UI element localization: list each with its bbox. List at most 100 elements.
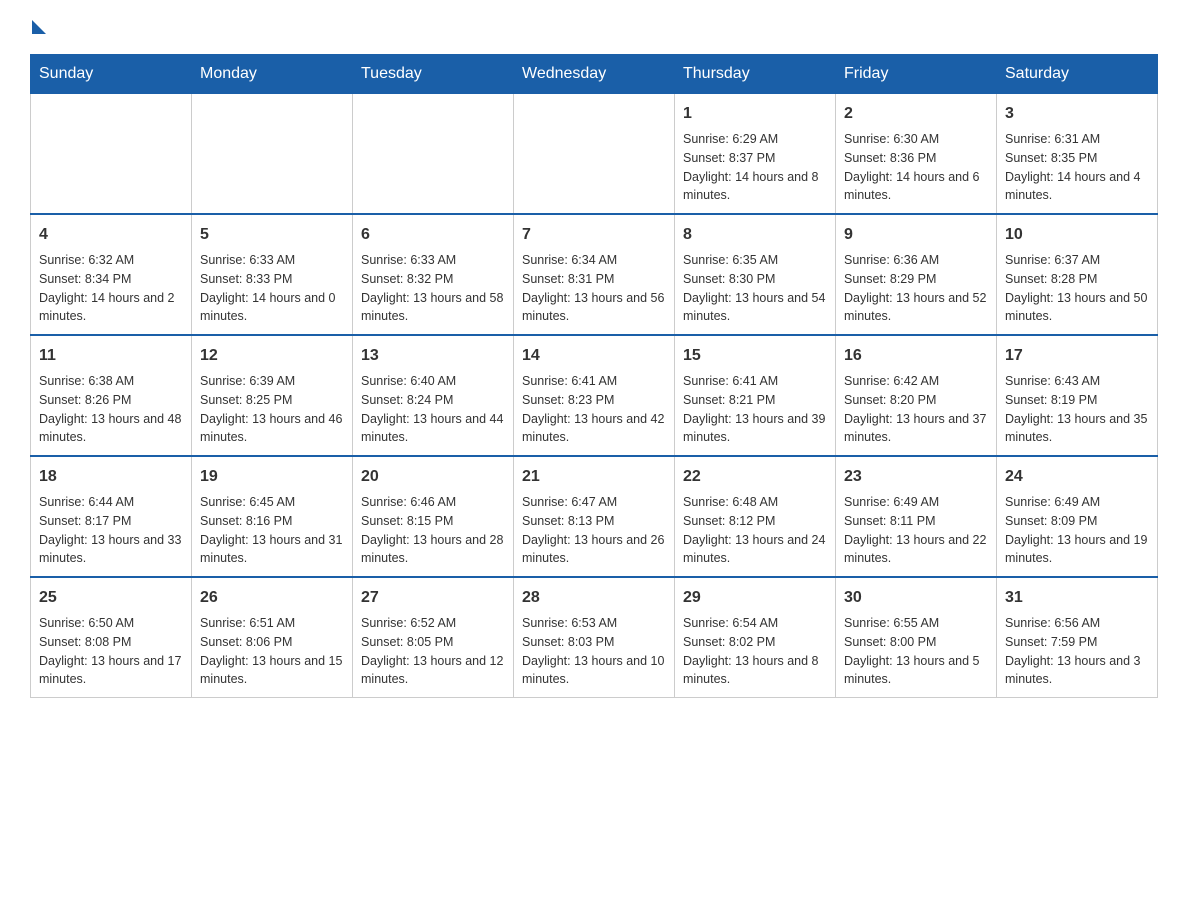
week-row-1: 1 Sunrise: 6:29 AM Sunset: 8:37 PM Daylig… <box>31 94 1158 215</box>
day-number: 29 <box>683 586 827 610</box>
day-number: 1 <box>683 102 827 126</box>
day-info: Sunrise: 6:34 AM Sunset: 8:31 PM Dayligh… <box>522 251 666 326</box>
day-number: 23 <box>844 465 988 489</box>
day-info: Sunrise: 6:40 AM Sunset: 8:24 PM Dayligh… <box>361 372 505 447</box>
day-number: 28 <box>522 586 666 610</box>
day-info: Sunrise: 6:45 AM Sunset: 8:16 PM Dayligh… <box>200 493 344 568</box>
calendar-cell: 22Sunrise: 6:48 AM Sunset: 8:12 PM Dayli… <box>675 456 836 577</box>
week-row-5: 25 Sunrise: 6:50 AM Sunset: 8:08 PM Dayli… <box>31 577 1158 698</box>
day-info: Sunrise: 6:39 AM Sunset: 8:25 PM Dayligh… <box>200 372 344 447</box>
day-info: Sunrise: 6:47 AM Sunset: 8:13 PM Dayligh… <box>522 493 666 568</box>
day-info: Sunrise: 6:51 AM Sunset: 8:06 PM Dayligh… <box>200 614 344 689</box>
calendar-cell: 17 Sunrise: 6:43 AM Sunset: 8:19 PM Dayli… <box>997 335 1158 456</box>
weekday-header-friday: Friday <box>836 55 997 94</box>
calendar-cell: 19 Sunrise: 6:45 AM Sunset: 8:16 PM Dayli… <box>192 456 353 577</box>
day-number: 5 <box>200 223 344 247</box>
day-info: Sunrise: 6:31 AM Sunset: 8:35 PM Dayligh… <box>1005 130 1149 205</box>
day-number: 15 <box>683 344 827 368</box>
calendar-table: SundayMondayTuesdayWednesdayThursdayFrid… <box>30 54 1158 698</box>
calendar-cell: 10 Sunrise: 6:37 AM Sunset: 8:28 PM Dayli… <box>997 214 1158 335</box>
day-number: 27 <box>361 586 505 610</box>
week-row-2: 4 Sunrise: 6:32 AM Sunset: 8:34 PM Daylig… <box>31 214 1158 335</box>
day-number: 11 <box>39 344 183 368</box>
day-number: 20 <box>361 465 505 489</box>
day-info: Sunrise: 6:52 AM Sunset: 8:05 PM Dayligh… <box>361 614 505 689</box>
calendar-cell: 12 Sunrise: 6:39 AM Sunset: 8:25 PM Dayli… <box>192 335 353 456</box>
calendar-cell: 6 Sunrise: 6:33 AM Sunset: 8:32 PM Daylig… <box>353 214 514 335</box>
day-number: 8 <box>683 223 827 247</box>
day-info: Sunrise: 6:33 AM Sunset: 8:33 PM Dayligh… <box>200 251 344 326</box>
calendar-cell: 7 Sunrise: 6:34 AM Sunset: 8:31 PM Daylig… <box>514 214 675 335</box>
day-info: Sunrise: 6:48 AM Sunset: 8:12 PM Dayligh… <box>683 493 827 568</box>
day-info: Sunrise: 6:30 AM Sunset: 8:36 PM Dayligh… <box>844 130 988 205</box>
calendar-cell: 8 Sunrise: 6:35 AM Sunset: 8:30 PM Daylig… <box>675 214 836 335</box>
day-info: Sunrise: 6:55 AM Sunset: 8:00 PM Dayligh… <box>844 614 988 689</box>
weekday-header-wednesday: Wednesday <box>514 55 675 94</box>
day-info: Sunrise: 6:38 AM Sunset: 8:26 PM Dayligh… <box>39 372 183 447</box>
calendar-cell: 14Sunrise: 6:41 AM Sunset: 8:23 PM Dayli… <box>514 335 675 456</box>
calendar-cell: 9 Sunrise: 6:36 AM Sunset: 8:29 PM Daylig… <box>836 214 997 335</box>
day-info: Sunrise: 6:36 AM Sunset: 8:29 PM Dayligh… <box>844 251 988 326</box>
day-info: Sunrise: 6:41 AM Sunset: 8:23 PM Dayligh… <box>522 372 666 447</box>
day-info: Sunrise: 6:54 AM Sunset: 8:02 PM Dayligh… <box>683 614 827 689</box>
calendar-cell: 26 Sunrise: 6:51 AM Sunset: 8:06 PM Dayli… <box>192 577 353 698</box>
calendar-cell: 5 Sunrise: 6:33 AM Sunset: 8:33 PM Daylig… <box>192 214 353 335</box>
day-number: 26 <box>200 586 344 610</box>
calendar-cell: 3 Sunrise: 6:31 AM Sunset: 8:35 PM Daylig… <box>997 94 1158 215</box>
day-info: Sunrise: 6:43 AM Sunset: 8:19 PM Dayligh… <box>1005 372 1149 447</box>
calendar-cell: 20 Sunrise: 6:46 AM Sunset: 8:15 PM Dayli… <box>353 456 514 577</box>
day-info: Sunrise: 6:35 AM Sunset: 8:30 PM Dayligh… <box>683 251 827 326</box>
logo-triangle-icon <box>32 20 46 34</box>
calendar-cell: 13 Sunrise: 6:40 AM Sunset: 8:24 PM Dayli… <box>353 335 514 456</box>
calendar-cell <box>31 94 192 215</box>
day-number: 17 <box>1005 344 1149 368</box>
day-number: 21 <box>522 465 666 489</box>
day-number: 24 <box>1005 465 1149 489</box>
weekday-header-monday: Monday <box>192 55 353 94</box>
calendar-cell: 18 Sunrise: 6:44 AM Sunset: 8:17 PM Dayli… <box>31 456 192 577</box>
calendar-cell: 29 Sunrise: 6:54 AM Sunset: 8:02 PM Dayli… <box>675 577 836 698</box>
day-number: 31 <box>1005 586 1149 610</box>
calendar-cell: 28Sunrise: 6:53 AM Sunset: 8:03 PM Dayli… <box>514 577 675 698</box>
calendar-cell <box>514 94 675 215</box>
weekday-header-thursday: Thursday <box>675 55 836 94</box>
day-number: 4 <box>39 223 183 247</box>
day-info: Sunrise: 6:44 AM Sunset: 8:17 PM Dayligh… <box>39 493 183 568</box>
day-number: 19 <box>200 465 344 489</box>
weekday-header-saturday: Saturday <box>997 55 1158 94</box>
day-info: Sunrise: 6:49 AM Sunset: 8:11 PM Dayligh… <box>844 493 988 568</box>
day-number: 2 <box>844 102 988 126</box>
calendar-cell: 1 Sunrise: 6:29 AM Sunset: 8:37 PM Daylig… <box>675 94 836 215</box>
day-info: Sunrise: 6:50 AM Sunset: 8:08 PM Dayligh… <box>39 614 183 689</box>
day-number: 6 <box>361 223 505 247</box>
day-info: Sunrise: 6:46 AM Sunset: 8:15 PM Dayligh… <box>361 493 505 568</box>
day-info: Sunrise: 6:37 AM Sunset: 8:28 PM Dayligh… <box>1005 251 1149 326</box>
day-number: 3 <box>1005 102 1149 126</box>
page-header <box>30 20 1158 34</box>
logo <box>30 20 46 34</box>
day-info: Sunrise: 6:56 AM Sunset: 7:59 PM Dayligh… <box>1005 614 1149 689</box>
calendar-cell: 27 Sunrise: 6:52 AM Sunset: 8:05 PM Dayli… <box>353 577 514 698</box>
day-number: 16 <box>844 344 988 368</box>
day-number: 12 <box>200 344 344 368</box>
calendar-cell: 15 Sunrise: 6:41 AM Sunset: 8:21 PM Dayli… <box>675 335 836 456</box>
calendar-cell: 25 Sunrise: 6:50 AM Sunset: 8:08 PM Dayli… <box>31 577 192 698</box>
calendar-cell: 2 Sunrise: 6:30 AM Sunset: 8:36 PM Daylig… <box>836 94 997 215</box>
calendar-cell <box>192 94 353 215</box>
day-info: Sunrise: 6:41 AM Sunset: 8:21 PM Dayligh… <box>683 372 827 447</box>
day-number: 9 <box>844 223 988 247</box>
week-row-3: 11 Sunrise: 6:38 AM Sunset: 8:26 PM Dayli… <box>31 335 1158 456</box>
day-info: Sunrise: 6:29 AM Sunset: 8:37 PM Dayligh… <box>683 130 827 205</box>
day-number: 13 <box>361 344 505 368</box>
day-number: 10 <box>1005 223 1149 247</box>
calendar-cell: 21 Sunrise: 6:47 AM Sunset: 8:13 PM Dayli… <box>514 456 675 577</box>
calendar-cell: 31 Sunrise: 6:56 AM Sunset: 7:59 PM Dayli… <box>997 577 1158 698</box>
day-number: 7 <box>522 223 666 247</box>
calendar-cell <box>353 94 514 215</box>
calendar-cell: 4 Sunrise: 6:32 AM Sunset: 8:34 PM Daylig… <box>31 214 192 335</box>
day-number: 25 <box>39 586 183 610</box>
day-info: Sunrise: 6:32 AM Sunset: 8:34 PM Dayligh… <box>39 251 183 326</box>
day-info: Sunrise: 6:33 AM Sunset: 8:32 PM Dayligh… <box>361 251 505 326</box>
day-number: 18 <box>39 465 183 489</box>
calendar-cell: 16Sunrise: 6:42 AM Sunset: 8:20 PM Dayli… <box>836 335 997 456</box>
